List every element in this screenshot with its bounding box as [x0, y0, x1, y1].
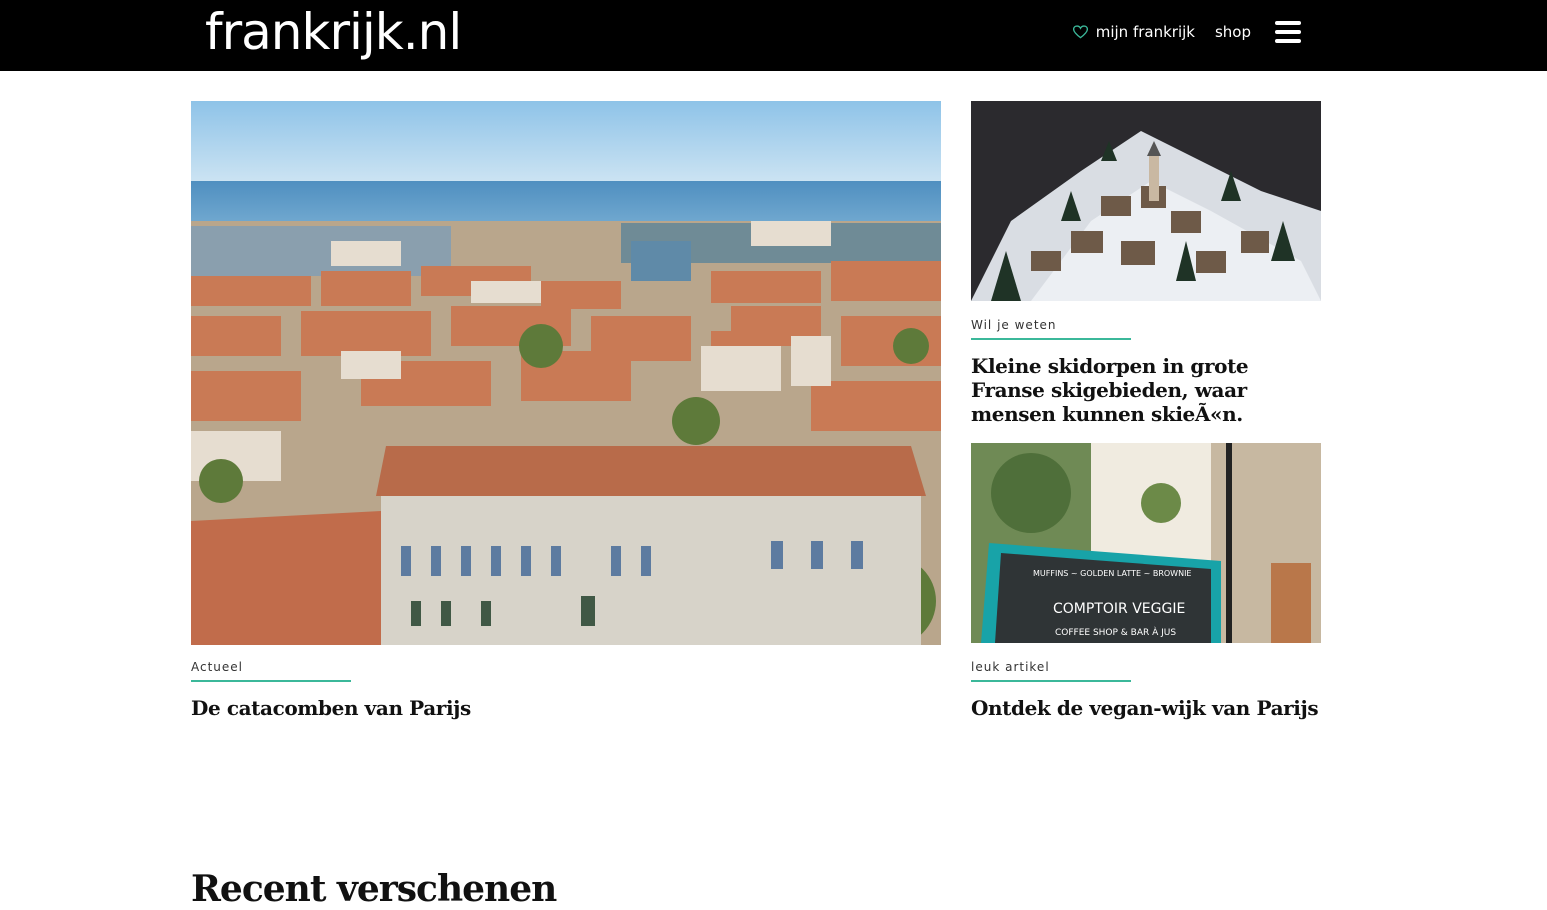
sign-line3: COFFEE SHOP & BAR À JUS [1055, 626, 1176, 638]
article-image-vegan-wijk[interactable]: MUFFINS ~ GOLDEN LATTE ~ BROWNIE COMPTOI… [971, 443, 1321, 643]
article-image-catacomben[interactable] [191, 101, 941, 645]
sign-line1: MUFFINS ~ GOLDEN LATTE ~ BROWNIE [1033, 569, 1192, 578]
site-header: frankrijk.nl mijn frankrijk shop [0, 0, 1547, 71]
article-title-skidorpen[interactable]: Kleine skidorpen in grote Franse skigebi… [971, 354, 1321, 426]
shop-link[interactable]: shop [1215, 23, 1251, 41]
article-title-vegan-wijk[interactable]: Ontdek de vegan-wijk van Parijs [971, 696, 1321, 720]
article-image-skidorpen[interactable] [971, 101, 1321, 301]
category-label: Actueel [191, 660, 351, 682]
hamburger-menu-icon[interactable] [1275, 21, 1301, 43]
mijn-frankrijk-link[interactable]: mijn frankrijk [1072, 23, 1195, 41]
section-title: Recent verschenen [191, 868, 557, 910]
article-title-catacomben[interactable]: De catacomben van Parijs [191, 696, 941, 720]
header-nav: mijn frankrijk shop [1072, 18, 1301, 46]
category-label: Wil je weten [971, 318, 1131, 340]
mijn-frankrijk-label: mijn frankrijk [1095, 23, 1195, 41]
heart-icon [1072, 25, 1088, 39]
site-logo[interactable]: frankrijk.nl [205, 2, 462, 62]
sign-line2: COMPTOIR VEGGIE [1053, 601, 1185, 617]
category-label: leuk artikel [971, 660, 1131, 682]
